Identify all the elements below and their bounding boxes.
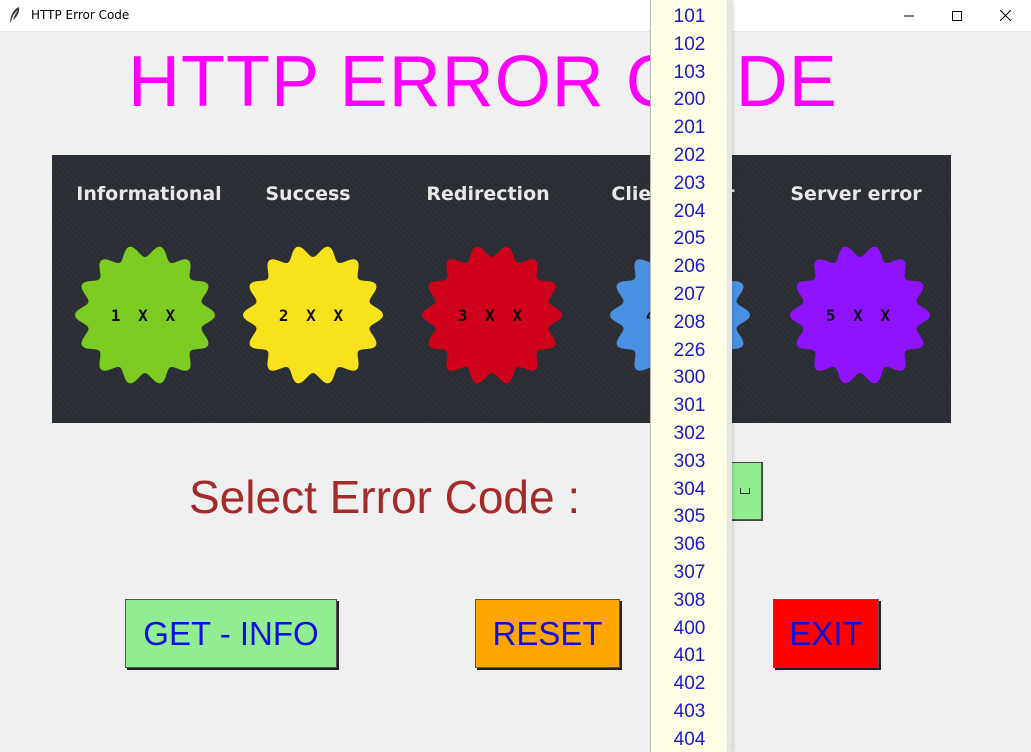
app-window: HTTP Error Code HTTP ERROR CODE Informat…	[0, 0, 1031, 752]
dropdown-option[interactable]: 201	[651, 114, 728, 142]
dropdown-option[interactable]: 302	[651, 420, 728, 448]
badge-2xx: 2 X X	[240, 242, 386, 388]
minimize-button[interactable]	[886, 0, 932, 31]
dropdown-option[interactable]: 103	[651, 59, 728, 87]
dropdown-option[interactable]: 206	[651, 253, 728, 281]
badge-1xx: 1 X X	[72, 242, 218, 388]
feather-icon	[8, 6, 22, 24]
get-info-button[interactable]: GET - INFO	[125, 599, 337, 668]
dropdown-option[interactable]: 208	[651, 309, 728, 337]
maximize-button[interactable]	[934, 0, 980, 31]
badge-2xx-text: 2 X X	[278, 305, 348, 325]
badge-5xx: 5 X X	[787, 242, 933, 388]
error-code-options-list[interactable]: 101 102 103 200 201 202 203 204 205 206 207 208 226 3…	[650, 0, 729, 752]
window-title: HTTP Error Code	[31, 8, 130, 22]
title-bar: HTTP Error Code	[0, 0, 1031, 32]
dropdown-indicator-icon	[740, 488, 750, 494]
dropdown-option[interactable]: 102	[651, 31, 728, 59]
dropdown-option[interactable]: 401	[651, 642, 728, 670]
dropdown-scrollbar[interactable]	[727, 0, 732, 752]
dropdown-option[interactable]: 203	[651, 170, 728, 198]
category-label-informational: Informational	[76, 183, 222, 205]
dropdown-option[interactable]: 307	[651, 559, 728, 587]
category-label-server-error: Server error	[790, 183, 922, 205]
dropdown-option[interactable]: 101	[651, 3, 728, 31]
dropdown-option[interactable]: 207	[651, 281, 728, 309]
dropdown-option[interactable]: 200	[651, 86, 728, 114]
dropdown-option[interactable]: 308	[651, 587, 728, 615]
dropdown-option[interactable]: 305	[651, 503, 728, 531]
badge-3xx: 3 X X	[419, 242, 565, 388]
dropdown-option[interactable]: 306	[651, 531, 728, 559]
dropdown-option[interactable]: 403	[651, 698, 728, 726]
select-error-code-label: Select Error Code :	[189, 471, 581, 523]
close-button[interactable]	[982, 0, 1028, 31]
dropdown-option[interactable]: 404	[651, 726, 728, 752]
dropdown-option[interactable]: 400	[651, 615, 728, 643]
http-status-banner-image: Informational Success Redirection Client…	[52, 155, 951, 423]
dropdown-option[interactable]: 300	[651, 364, 728, 392]
badge-1xx-text: 1 X X	[110, 305, 180, 325]
dropdown-option[interactable]: 226	[651, 337, 728, 365]
reset-button[interactable]: RESET	[475, 599, 620, 668]
dropdown-option[interactable]: 202	[651, 142, 728, 170]
dropdown-option[interactable]: 402	[651, 670, 728, 698]
exit-button[interactable]: EXIT	[773, 599, 879, 668]
badge-3xx-text: 3 X X	[457, 305, 527, 325]
dropdown-option[interactable]: 204	[651, 198, 728, 226]
category-label-success: Success	[265, 183, 351, 205]
badge-5xx-text: 5 X X	[825, 305, 895, 325]
dropdown-option[interactable]: 205	[651, 225, 728, 253]
dropdown-option[interactable]: 301	[651, 392, 728, 420]
category-label-redirection: Redirection	[426, 183, 550, 205]
dropdown-option[interactable]: 303	[651, 448, 728, 476]
dropdown-option[interactable]: 304	[651, 476, 728, 504]
